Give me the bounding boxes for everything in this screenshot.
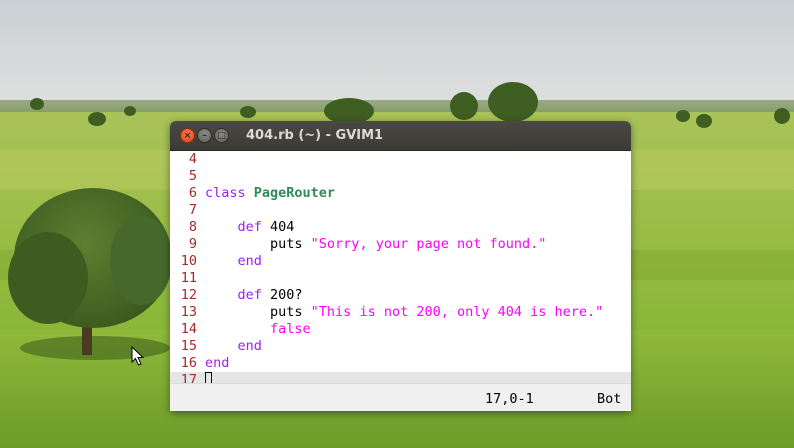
vim-ruler: 17,0-1 Bot — [170, 383, 631, 411]
code-line[interactable]: 4 — [170, 151, 631, 168]
syntax-plain: puts — [205, 236, 311, 252]
line-number: 16 — [180, 355, 197, 371]
distant-tree — [240, 106, 256, 118]
distant-tree — [30, 98, 44, 110]
syntax-plain — [205, 321, 270, 337]
syntax-plain — [205, 253, 238, 269]
syntax-kw: end — [205, 355, 230, 371]
code-line[interactable]: 6 class PageRouter — [170, 185, 631, 202]
distant-tree — [488, 82, 538, 122]
editor-buffer[interactable]: 4 5 6 class PageRouter 7 8 def 404 9 puts "Sor… — [170, 151, 631, 389]
syntax-str: "Sorry, your page not found." — [310, 236, 547, 252]
mouse-pointer-icon — [131, 346, 145, 366]
line-number: 12 — [180, 287, 197, 303]
distant-tree — [696, 114, 712, 128]
code-text: def 404 — [205, 219, 295, 236]
code-line[interactable]: 15 end — [170, 338, 631, 355]
distant-tree — [88, 112, 106, 126]
maximize-window-button[interactable]: □ — [214, 128, 229, 143]
code-text: def 200? — [205, 287, 303, 304]
line-number: 10 — [180, 253, 197, 269]
code-line[interactable]: 10 end — [170, 253, 631, 270]
syntax-bool: false — [270, 321, 311, 337]
code-text: end — [205, 355, 229, 372]
syntax-str: "This is not 200, only 404 is here." — [310, 304, 604, 320]
distant-tree — [450, 92, 478, 120]
syntax-plain: 404 — [261, 219, 295, 235]
code-line[interactable]: 13 puts "This is not 200, only 404 is he… — [170, 304, 631, 321]
syntax-plain — [205, 219, 238, 235]
line-number: 15 — [180, 338, 197, 354]
code-line[interactable]: 16 end — [170, 355, 631, 372]
code-line[interactable]: 12 def 200? — [170, 287, 631, 304]
line-number: 11 — [180, 270, 197, 286]
minimize-icon: – — [202, 131, 207, 141]
minimize-window-button[interactable]: – — [197, 128, 212, 143]
scroll-indicator: Bot — [597, 391, 622, 407]
code-text: end — [205, 253, 262, 270]
syntax-cls: PageRouter — [253, 185, 336, 201]
line-number: 5 — [188, 168, 197, 184]
line-number: 14 — [180, 321, 197, 337]
code-text: end — [205, 338, 262, 355]
window-titlebar[interactable]: × – □ 404.rb (~) - GVIM1 — [170, 121, 631, 151]
code-text: puts "This is not 200, only 404 is here.… — [205, 304, 603, 321]
code-line[interactable]: 5 — [170, 168, 631, 185]
line-number: 7 — [188, 202, 197, 218]
syntax-plain — [205, 338, 238, 354]
code-line[interactable]: 8 def 404 — [170, 219, 631, 236]
code-line[interactable]: 9 puts "Sorry, your page not found." — [170, 236, 631, 253]
cursor-position: 17,0-1 — [485, 391, 534, 407]
line-number: 6 — [188, 185, 197, 201]
syntax-plain: 200? — [261, 287, 303, 303]
code-text: puts "Sorry, your page not found." — [205, 236, 546, 253]
code-text: class PageRouter — [205, 185, 335, 202]
wallpaper-sky — [0, 0, 794, 108]
syntax-kw: end — [237, 338, 262, 354]
syntax-kw: def — [237, 287, 262, 303]
close-icon: × — [183, 131, 192, 141]
syntax-plain — [246, 185, 254, 201]
window-title: 404.rb (~) - GVIM1 — [246, 128, 384, 143]
gvim-window[interactable]: × – □ 404.rb (~) - GVIM1 4 5 6 class PageRo… — [170, 121, 631, 411]
distant-tree — [774, 108, 790, 124]
line-number: 8 — [188, 219, 197, 235]
code-line[interactable]: 11 — [170, 270, 631, 287]
syntax-kw: def — [237, 219, 262, 235]
close-window-button[interactable]: × — [180, 128, 195, 143]
syntax-plain — [205, 287, 238, 303]
line-number: 13 — [180, 304, 197, 320]
code-line[interactable]: 14 false — [170, 321, 631, 338]
distant-tree — [124, 106, 136, 116]
line-number: 4 — [188, 151, 197, 167]
maximize-icon: □ — [217, 131, 226, 141]
syntax-kw: end — [237, 253, 262, 269]
line-number: 9 — [188, 236, 197, 252]
syntax-kw: class — [205, 185, 246, 201]
distant-tree — [676, 110, 690, 122]
code-line[interactable]: 7 — [170, 202, 631, 219]
syntax-plain: puts — [205, 304, 311, 320]
code-text: false — [205, 321, 311, 338]
